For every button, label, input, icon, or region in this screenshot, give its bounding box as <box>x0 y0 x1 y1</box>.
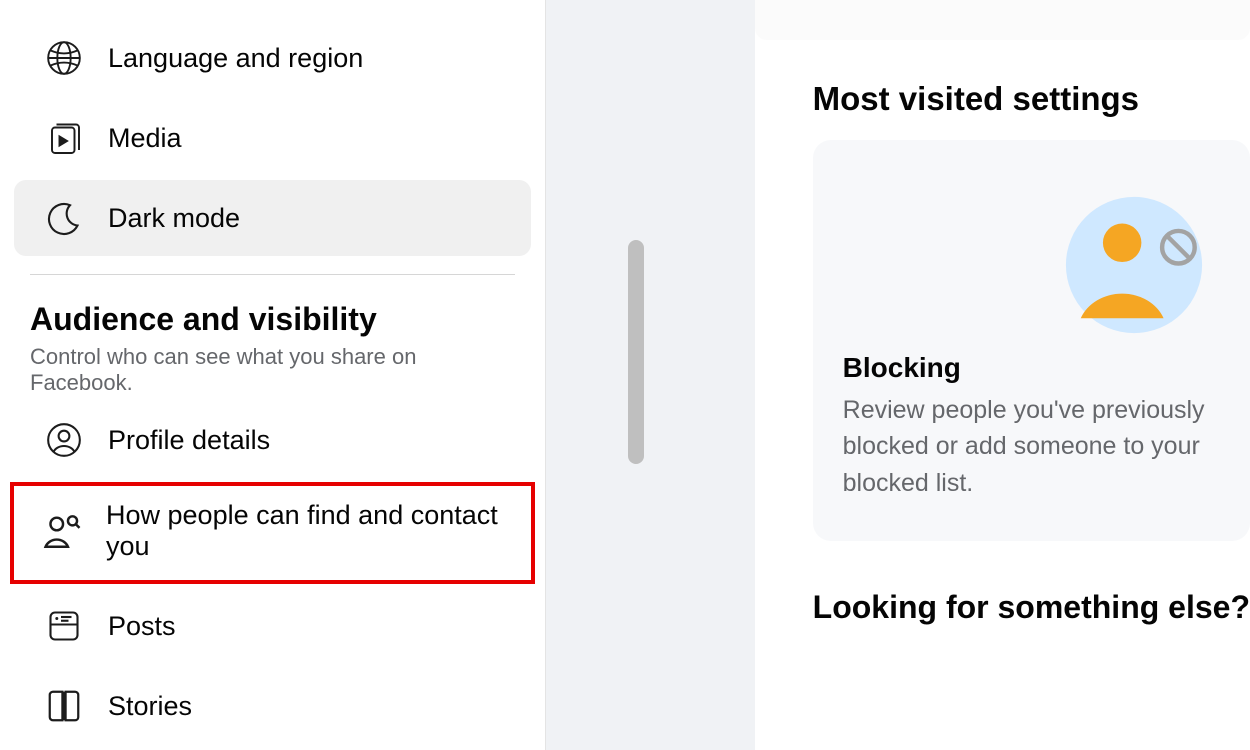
globe-icon <box>42 36 86 80</box>
sidebar-item-label: Profile details <box>108 425 270 456</box>
card-desc-line: Review people you've previously <box>843 392 1210 428</box>
section-divider <box>30 274 515 275</box>
sidebar-item-label: Stories <box>108 691 192 722</box>
sidebar-scrollbar-thumb[interactable] <box>628 240 644 464</box>
posts-icon <box>42 604 86 648</box>
settings-sidebar: Language and region Media <box>0 0 545 750</box>
previous-card-edge <box>755 0 1250 40</box>
card-desc-line: blocked or add someone to your <box>843 428 1210 464</box>
content-gutter <box>545 0 754 750</box>
profile-icon <box>42 418 86 462</box>
sidebar-item-language[interactable]: Language and region <box>14 20 531 96</box>
sidebar-item-dark-mode[interactable]: Dark mode <box>14 180 531 256</box>
find-person-icon <box>40 509 84 553</box>
sidebar-item-media[interactable]: Media <box>14 100 531 176</box>
sidebar-item-label: Media <box>108 123 182 154</box>
sidebar-item-stories[interactable]: Stories <box>14 668 531 744</box>
most-visited-heading: Most visited settings <box>813 80 1250 118</box>
sidebar-item-profile-details[interactable]: Profile details <box>14 402 531 478</box>
card-desc-line: blocked list. <box>843 465 1210 501</box>
section-subtitle: Control who can see what you share on Fa… <box>30 344 515 396</box>
sidebar-item-label: How people can find and contact you <box>106 500 511 562</box>
sidebar-item-label: Language and region <box>108 43 363 74</box>
looking-for-heading: Looking for something else? <box>813 589 1250 626</box>
book-icon <box>42 684 86 728</box>
card-title: Blocking <box>843 352 1210 384</box>
section-header-audience: Audience and visibility Control who can … <box>0 283 545 402</box>
sidebar-item-label: Dark mode <box>108 203 240 234</box>
moon-icon <box>42 196 86 240</box>
sidebar-item-find-contact[interactable]: How people can find and contact you <box>10 482 535 584</box>
media-icon <box>42 116 86 160</box>
section-title: Audience and visibility <box>30 301 515 338</box>
right-panel: Most visited settings Blocking Review pe… <box>755 0 1250 750</box>
blocking-card[interactable]: Blocking Review people you've previously… <box>813 140 1250 541</box>
sidebar-item-posts[interactable]: Posts <box>14 588 531 664</box>
blocking-icon <box>843 192 1210 338</box>
sidebar-item-label: Posts <box>108 611 176 642</box>
